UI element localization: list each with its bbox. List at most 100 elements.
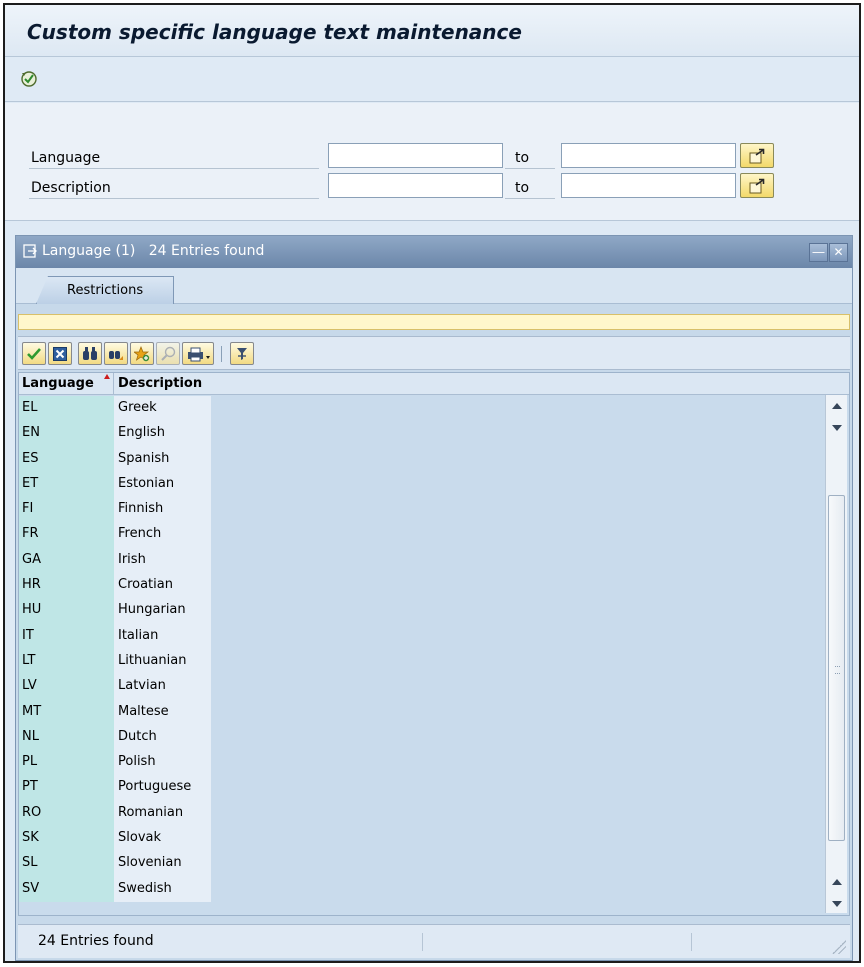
- table-row[interactable]: LT Lithuanian: [19, 648, 211, 675]
- confirm-button[interactable]: [22, 342, 46, 365]
- description-cell: Swedish: [114, 876, 211, 902]
- table-row[interactable]: SV Swedish: [19, 876, 211, 902]
- multiple-selection-icon: [749, 178, 765, 194]
- language-cell: MT: [19, 699, 114, 725]
- selection-screen: Language to Description to: [5, 103, 859, 221]
- description-cell: Maltese: [114, 699, 211, 725]
- language-cell: RO: [19, 800, 114, 827]
- new-favorite-button[interactable]: [130, 342, 154, 365]
- table-row[interactable]: HR Croatian: [19, 573, 211, 599]
- description-cell: Greek: [114, 396, 211, 422]
- description-cell: English: [114, 421, 211, 447]
- title-bar: Custom specific language text maintenanc…: [5, 5, 859, 57]
- description-cell: Latvian: [114, 674, 211, 700]
- minimize-button[interactable]: ―: [809, 243, 828, 262]
- table-row[interactable]: ES Spanish: [19, 446, 211, 472]
- find-button[interactable]: [78, 342, 102, 365]
- description-cell: Polish: [114, 750, 211, 776]
- language-cell: LT: [19, 648, 114, 675]
- column-header-language[interactable]: Language: [19, 373, 114, 395]
- new-favorite-icon: [134, 346, 150, 362]
- grip-icon: [835, 666, 840, 674]
- table-row[interactable]: ET Estonian: [19, 471, 211, 498]
- table-body: EL Greek EN English ES Spanish ET Estonian F…: [19, 396, 211, 902]
- language-cell: EN: [19, 421, 114, 447]
- sort-ascending-icon: [104, 374, 110, 379]
- table-row[interactable]: EN English: [19, 421, 211, 447]
- table-row[interactable]: SL Slovenian: [19, 851, 211, 877]
- find-icon: [83, 347, 97, 360]
- description-cell: Italian: [114, 623, 211, 649]
- close-icon: ✕: [833, 245, 844, 259]
- language-cell: SL: [19, 851, 114, 877]
- application-toolbar: [5, 58, 859, 102]
- table-header: Language Description: [19, 373, 849, 395]
- column-header-description[interactable]: Description: [115, 373, 215, 395]
- table-row[interactable]: IT Italian: [19, 623, 211, 649]
- language-cell: HR: [19, 573, 114, 599]
- help-icon: [161, 346, 176, 361]
- table-row[interactable]: NL Dutch: [19, 724, 211, 751]
- language-cell: SV: [19, 876, 114, 902]
- check-icon: [27, 348, 41, 360]
- table-row[interactable]: LV Latvian: [19, 674, 211, 700]
- scroll-page-up-icon[interactable]: [832, 879, 842, 885]
- resize-grip-icon[interactable]: [832, 940, 846, 954]
- scroll-page-down-icon[interactable]: [832, 901, 842, 907]
- close-button[interactable]: ✕: [829, 243, 848, 262]
- language-low-input[interactable]: [328, 143, 503, 168]
- find-next-icon: [109, 351, 123, 360]
- scrollbar-thumb[interactable]: [828, 495, 845, 841]
- table-row[interactable]: FR French: [19, 522, 211, 548]
- table-row[interactable]: MT Maltese: [19, 699, 211, 725]
- result-toolbar: [18, 336, 850, 370]
- tab-restrictions[interactable]: Restrictions: [36, 276, 174, 304]
- print-icon: [188, 347, 210, 362]
- language-cell: PL: [19, 750, 114, 776]
- description-low-input[interactable]: [328, 173, 503, 198]
- scroll-down-icon[interactable]: [832, 425, 842, 431]
- selection-row-language: Language to: [5, 143, 859, 169]
- table-row[interactable]: PT Portuguese: [19, 775, 211, 801]
- language-cell: IT: [19, 623, 114, 649]
- table-row[interactable]: FI Finnish: [19, 497, 211, 523]
- language-cell: GA: [19, 547, 114, 574]
- results-table: Language Description EL Greek EN English E…: [18, 372, 850, 916]
- language-cell: NL: [19, 724, 114, 751]
- table-row[interactable]: HU Hungarian: [19, 598, 211, 624]
- filter-button[interactable]: [230, 342, 254, 365]
- to-label: to: [505, 177, 555, 199]
- language-cell: ES: [19, 446, 114, 472]
- scroll-up-icon[interactable]: [832, 403, 842, 409]
- description-high-input[interactable]: [561, 173, 736, 198]
- vertical-scrollbar[interactable]: [825, 395, 847, 913]
- minimize-icon: ―: [812, 245, 825, 259]
- multiple-selection-button[interactable]: [740, 173, 774, 198]
- multiple-selection-button[interactable]: [740, 143, 774, 168]
- execute-icon[interactable]: [19, 69, 39, 89]
- print-button[interactable]: [182, 342, 214, 365]
- description-cell: Hungarian: [114, 598, 211, 624]
- find-next-button[interactable]: [104, 342, 128, 365]
- table-row[interactable]: RO Romanian: [19, 800, 211, 827]
- description-cell: Irish: [114, 547, 211, 574]
- language-high-input[interactable]: [561, 143, 736, 168]
- description-cell: French: [114, 522, 211, 548]
- language-cell: PT: [19, 775, 114, 801]
- help-button[interactable]: [156, 342, 180, 365]
- description-cell: Spanish: [114, 446, 211, 472]
- description-cell: Portuguese: [114, 775, 211, 801]
- page-title: Custom specific language text maintenanc…: [27, 20, 522, 44]
- table-row[interactable]: EL Greek: [19, 396, 211, 422]
- cancel-button[interactable]: [48, 342, 72, 365]
- language-cell: HU: [19, 598, 114, 624]
- language-cell: LV: [19, 674, 114, 700]
- description-cell: Finnish: [114, 497, 211, 523]
- description-cell: Slovenian: [114, 851, 211, 877]
- table-row[interactable]: GA Irish: [19, 547, 211, 574]
- dialog-title: Language (1) 24 Entries found: [42, 243, 265, 259]
- table-row[interactable]: PL Polish: [19, 750, 211, 776]
- status-separator: [422, 933, 423, 951]
- value-help-dialog: Language (1) 24 Entries found ― ✕ Restri…: [15, 235, 853, 961]
- table-row[interactable]: SK Slovak: [19, 826, 211, 852]
